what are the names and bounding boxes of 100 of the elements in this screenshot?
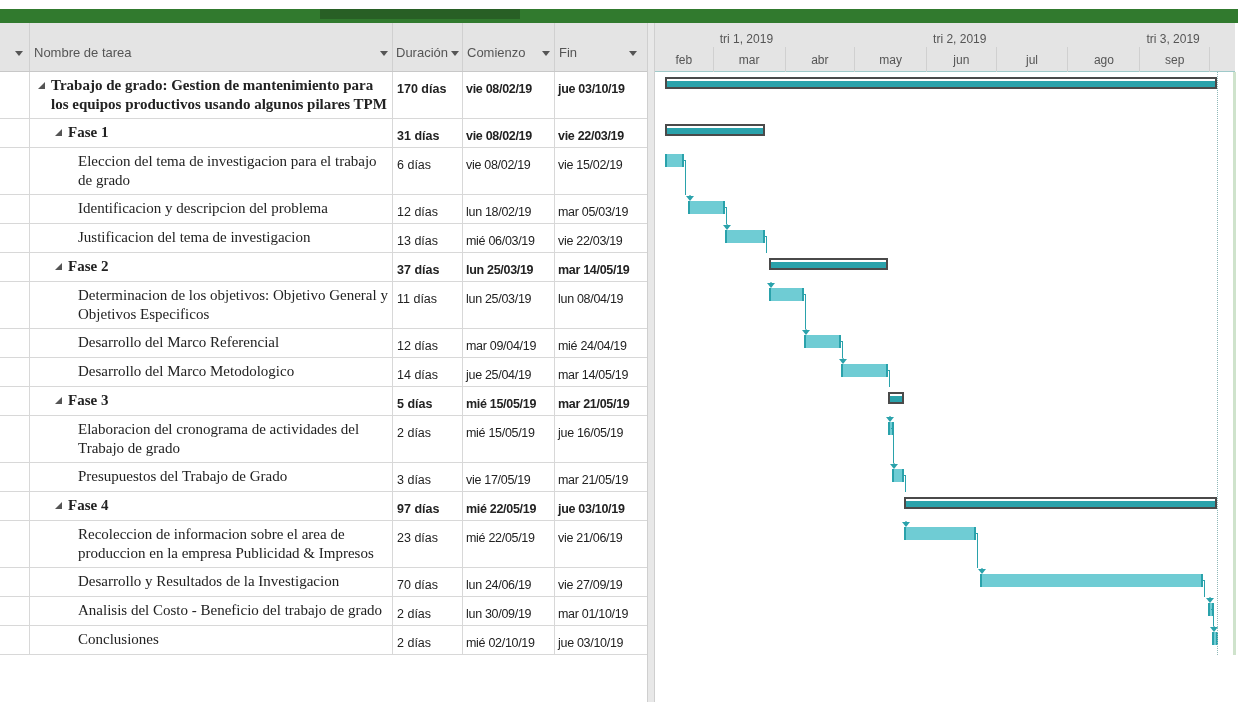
task-end: mar 14/05/19 [558, 263, 630, 277]
month-label: feb [675, 51, 693, 69]
task-name: Recoleccion de informacion sobre el area de produccion en la empresa Publicidad & Impresos [78, 525, 375, 563]
task-duration: 11 días [397, 292, 438, 306]
task-duration: 31 días [397, 129, 440, 143]
task-start: mar 09/04/19 [466, 339, 537, 353]
task-bar[interactable] [1212, 632, 1219, 645]
summary-bar[interactable] [769, 258, 888, 270]
task-name: Determinacion de los objetivos: Objetivo General y Objetivos Especificos [78, 286, 389, 324]
task-end: jue 03/10/19 [558, 636, 624, 650]
column-header[interactable]: Duración [393, 23, 463, 71]
column-header[interactable]: Nombre de tarea [30, 23, 393, 71]
dependency-line [974, 533, 978, 568]
task-start: vie 17/05/19 [466, 473, 531, 487]
summary-bar[interactable] [665, 124, 765, 136]
dependency-line [763, 236, 767, 253]
task-duration: 3 días [397, 473, 432, 487]
task-duration: 5 días [397, 397, 433, 411]
quarter-label: tri 3, 2019 [1146, 31, 1200, 48]
dependency-arrow [767, 282, 776, 288]
task-start: vie 08/02/19 [466, 82, 532, 96]
task-end: vie 21/06/19 [558, 531, 623, 545]
dependency-arrow [802, 329, 811, 335]
task-end: mar 21/05/19 [558, 473, 629, 487]
task-duration: 13 días [397, 234, 438, 248]
task-duration: 6 días [397, 158, 432, 172]
expand-icon[interactable] [55, 263, 62, 270]
task-bar[interactable] [887, 422, 894, 435]
task-start: mié 15/05/19 [466, 426, 535, 440]
task-duration: 2 días [397, 426, 432, 440]
task-duration: 170 días [397, 82, 447, 96]
task-end: vie 22/03/19 [558, 129, 624, 143]
task-end: mié 24/04/19 [558, 339, 627, 353]
expand-icon[interactable] [55, 502, 62, 509]
task-duration: 12 días [397, 205, 438, 219]
dependency-line [682, 160, 686, 195]
task-end: lun 08/04/19 [558, 292, 624, 306]
task-end: vie 15/02/19 [558, 158, 623, 172]
task-name: Presupuestos del Trabajo de Grado [78, 467, 288, 486]
task-start: lun 30/09/19 [466, 607, 532, 621]
task-name: Fase 1 [68, 123, 109, 142]
task-end: jue 03/10/19 [558, 82, 625, 96]
expand-icon[interactable] [38, 82, 45, 89]
task-duration: 12 días [397, 339, 438, 353]
task-name: Fase 4 [68, 496, 109, 515]
task-bar[interactable] [769, 288, 805, 301]
dependency-line [1202, 580, 1205, 597]
dependency-arrow [839, 358, 848, 364]
task-start: lun 24/06/19 [466, 578, 532, 592]
task-duration: 23 días [397, 531, 438, 545]
task-duration: 2 días [397, 607, 432, 621]
task-start: mié 22/05/19 [466, 531, 535, 545]
task-name: Justificacion del tema de investigacion [78, 228, 311, 247]
task-end: jue 16/05/19 [558, 426, 624, 440]
task-name: Fase 2 [68, 257, 109, 276]
dropdown-caret-icon[interactable] [542, 50, 550, 56]
quarter-label: tri 1, 2019 [719, 31, 774, 48]
expand-icon[interactable] [55, 129, 62, 136]
task-bar[interactable] [688, 201, 726, 214]
task-start: mié 22/05/19 [466, 502, 537, 516]
summary-bar[interactable] [665, 77, 1217, 89]
expand-icon[interactable] [55, 397, 62, 404]
dependency-arrow [901, 521, 910, 527]
month-label: may [879, 51, 902, 69]
dependency-arrow [1205, 597, 1214, 603]
dependency-arrow [890, 463, 899, 469]
dropdown-caret-icon[interactable] [380, 50, 388, 56]
task-name: Analisis del Costo - Beneficio del trabajo de grado [78, 601, 383, 620]
task-name: Conclusiones [78, 630, 159, 649]
dependency-line [1211, 609, 1215, 626]
task-name: Desarrollo del Marco Referencial [78, 333, 280, 352]
dropdown-caret-icon[interactable] [451, 50, 459, 56]
month-label: sep [1165, 51, 1185, 69]
task-bar[interactable] [1207, 603, 1214, 616]
task-end: vie 22/03/19 [558, 234, 623, 248]
dependency-line [886, 370, 890, 387]
month-label: abr [811, 51, 829, 69]
dependency-line [902, 475, 906, 492]
task-start: mié 02/10/19 [466, 636, 535, 650]
task-name: Eleccion del tema de investigacion para el trabajo de grado [78, 152, 378, 190]
task-name: Elaboracion del cronograma de actividades del Trabajo de grado [78, 420, 361, 458]
task-duration: 97 días [397, 502, 440, 516]
quarter-label: tri 2, 2019 [933, 31, 987, 48]
task-name: Fase 3 [68, 391, 109, 410]
task-name: Desarrollo y Resultados de la Investigacion [78, 572, 340, 591]
summary-bar[interactable] [903, 497, 1217, 509]
dependency-arrow [1210, 626, 1219, 632]
task-bar[interactable] [804, 335, 842, 348]
task-name: Trabajo de grado: Gestion de mantenimiento para los equipos productivos usando algunos pilares TPM [51, 76, 388, 114]
dropdown-caret-icon[interactable] [629, 50, 637, 56]
task-end: mar 01/10/19 [558, 607, 629, 621]
task-name: Identificacion y descripcion del problema [78, 199, 328, 218]
dependency-arrow [723, 224, 732, 230]
summary-bar[interactable] [887, 392, 904, 404]
dependency-line [803, 294, 807, 329]
task-duration: 70 días [397, 578, 438, 592]
task-start: vie 08/02/19 [466, 158, 531, 172]
column-header[interactable]: Fin [555, 23, 647, 71]
column-header[interactable]: Comienzo [463, 23, 555, 71]
dropdown-caret-icon[interactable] [15, 50, 23, 56]
